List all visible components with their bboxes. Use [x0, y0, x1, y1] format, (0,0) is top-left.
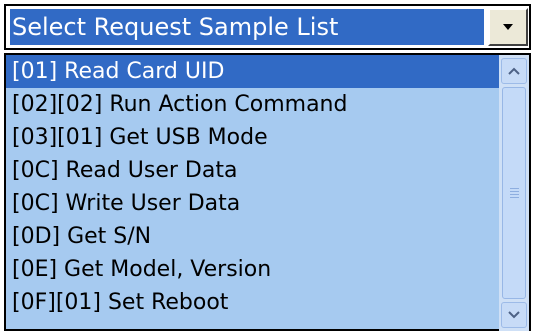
list-item[interactable]: [02][02] Run Action Command — [6, 88, 500, 121]
list-item[interactable]: [01] Read Card UID — [6, 55, 500, 88]
chevron-up-icon — [508, 67, 520, 75]
chevron-down-icon — [508, 311, 520, 319]
scroll-up-button[interactable] — [501, 58, 527, 84]
scrollbar-thumb[interactable] — [502, 87, 526, 299]
list-item[interactable]: [0D] Get S/N — [6, 220, 500, 253]
vertical-scrollbar[interactable] — [499, 55, 529, 331]
chevron-down-icon — [503, 24, 513, 30]
request-sample-combobox[interactable]: Select Request Sample List — [4, 4, 531, 50]
list-item[interactable]: [03][01] Get USB Mode — [6, 121, 500, 154]
request-sample-dropdown-list: [01] Read Card UID [02][02] Run Action C… — [4, 53, 531, 331]
list-item[interactable]: [0C] Write User Data — [6, 187, 500, 220]
list-item[interactable]: [0C] Read User Data — [6, 154, 500, 187]
list-item[interactable]: [0E] Get Model, Version — [6, 253, 500, 286]
grip-icon — [509, 188, 519, 198]
list-item[interactable]: [0F][01] Set Reboot — [6, 286, 500, 319]
list-items: [01] Read Card UID [02][02] Run Action C… — [6, 55, 500, 331]
combobox-dropdown-button[interactable] — [488, 8, 528, 46]
combobox-selected-text[interactable]: Select Request Sample List — [10, 9, 484, 45]
scroll-down-button[interactable] — [501, 302, 527, 328]
